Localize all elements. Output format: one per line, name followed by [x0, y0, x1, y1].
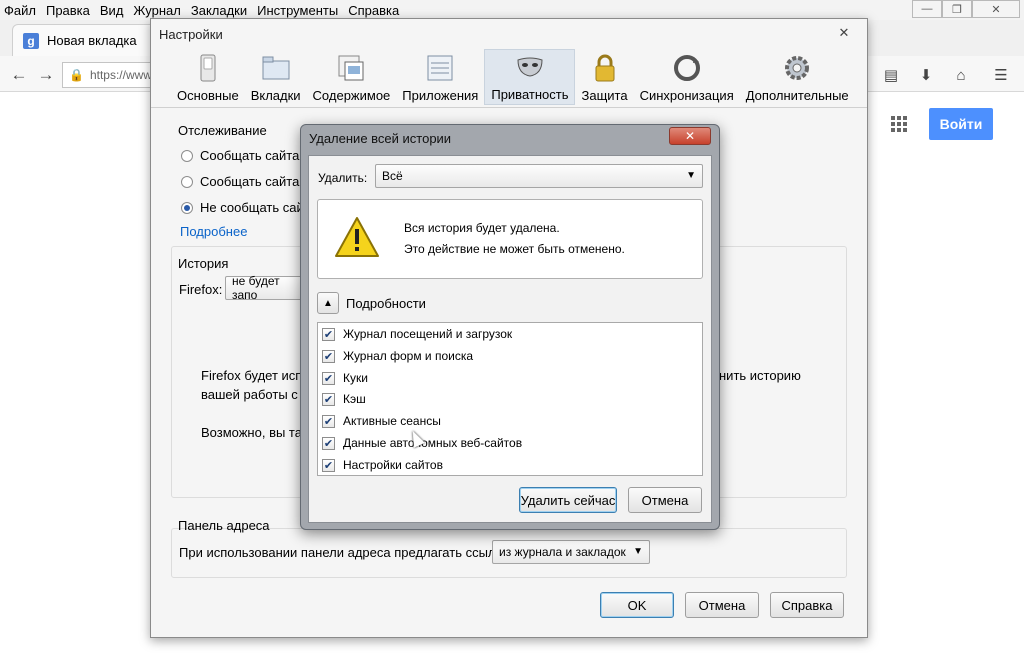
window-controls: — ❐ ✕ [912, 0, 1020, 18]
pane-sync[interactable]: Синхронизация [634, 49, 740, 105]
radio-button[interactable] [181, 175, 193, 188]
warning-box: Вся история будет удалена. Это действие … [317, 199, 703, 279]
pane-advanced[interactable]: Дополнительные [740, 49, 855, 105]
warning-line-2: Это действие не может быть отменено. [404, 242, 625, 256]
warning-icon [335, 217, 379, 257]
tracking-more-link[interactable]: Подробнее [180, 224, 247, 239]
gear-icon [785, 56, 810, 80]
menu-history[interactable]: Журнал [133, 3, 180, 18]
lock-icon: 🔒 [69, 68, 84, 82]
pane-tabs[interactable]: Вкладки [245, 49, 307, 105]
help-button[interactable]: Справка [770, 592, 844, 618]
radio-button-selected[interactable] [181, 201, 193, 214]
pane-general[interactable]: Основные [171, 49, 245, 105]
applications-icon [427, 55, 453, 81]
address-bar-suggest-select[interactable]: из журнала и закладок ▼ [492, 540, 650, 564]
clear-history-content: Удалить: Всё ▼ Вся история будет удалена… [308, 155, 712, 523]
warning-line-1: Вся история будет удалена. [404, 221, 560, 235]
list-item[interactable]: ✔ Куки [322, 371, 368, 385]
pane-security[interactable]: Защита [575, 49, 633, 105]
menu-edit[interactable]: Правка [46, 3, 90, 18]
time-range-label: Удалить: [318, 171, 368, 185]
history-items-list: ✔ Журнал посещений и загрузок ✔ Журнал ф… [317, 322, 703, 476]
list-item[interactable]: ✔ Журнал посещений и загрузок [322, 327, 512, 341]
checkbox-checked[interactable]: ✔ [322, 371, 335, 385]
menu-bar: Файл Правка Вид Журнал Закладки Инструме… [0, 0, 1024, 20]
list-item[interactable]: ✔ Настройки сайтов [322, 458, 443, 472]
checkbox-checked[interactable]: ✔ [322, 436, 335, 450]
checkbox-checked[interactable]: ✔ [322, 392, 335, 406]
url-bar[interactable]: 🔒 https://www [62, 62, 162, 88]
tracking-option-none[interactable]: Не сообщать сайт [181, 200, 310, 215]
back-icon[interactable]: ← [6, 62, 32, 88]
checkbox-checked[interactable]: ✔ [322, 349, 335, 363]
sync-icon [673, 55, 700, 81]
tab-new-tab[interactable]: g Новая вкладка [12, 24, 162, 56]
cancel-button[interactable]: Отмена [685, 592, 759, 618]
bookmarks-list-icon[interactable]: ▤ [880, 64, 902, 86]
checkbox-checked[interactable]: ✔ [322, 458, 335, 472]
maximize-icon[interactable]: ❐ [942, 0, 972, 18]
address-bar-label: При использовании панели адреса предлага… [179, 545, 513, 560]
details-toggle[interactable]: ▲ Подробности [317, 292, 426, 314]
google-favicon-icon: g [23, 32, 39, 49]
downloads-icon[interactable]: ⬇ [915, 64, 937, 86]
settings-panes: Основные Вкладки Содержимое Приложения П… [171, 49, 861, 105]
close-icon[interactable]: ✕ [669, 127, 711, 145]
google-apps-icon[interactable] [891, 116, 907, 132]
checkbox-checked[interactable]: ✔ [322, 327, 335, 341]
close-window-icon[interactable]: ✕ [972, 0, 1020, 18]
close-icon[interactable]: ✕ [831, 24, 857, 42]
menu-view[interactable]: Вид [100, 3, 124, 18]
clear-now-button[interactable]: Удалить сейчас [519, 487, 617, 513]
chevron-down-icon: ▼ [686, 170, 696, 181]
clear-history-dialog: Удаление всей истории ✕ Удалить: Всё ▼ В… [300, 124, 720, 530]
checkbox-checked[interactable]: ✔ [322, 414, 335, 428]
menu-file[interactable]: Файл [4, 3, 36, 18]
list-item[interactable]: ✔ Активные сеансы [322, 414, 441, 428]
cancel-button[interactable]: Отмена [628, 487, 702, 513]
pane-privacy[interactable]: Приватность [484, 49, 576, 105]
forward-icon[interactable]: → [33, 62, 59, 88]
minimize-icon[interactable]: — [912, 0, 942, 18]
hamburger-menu-icon[interactable]: ☰ [990, 64, 1012, 86]
time-range-select[interactable]: Всё ▼ [375, 164, 703, 188]
tracking-heading: Отслеживание [178, 123, 267, 138]
chevron-up-icon[interactable]: ▲ [317, 292, 339, 314]
content-icon [338, 55, 364, 81]
menu-help[interactable]: Справка [348, 3, 399, 18]
menu-tools[interactable]: Инструменты [257, 3, 338, 18]
tracking-option-allow[interactable]: Сообщать сайтам [181, 174, 308, 189]
settings-titlebar: Настройки ✕ [151, 19, 867, 49]
privacy-mask-icon [517, 57, 543, 77]
history-description-1-tail: нить историю [719, 368, 801, 383]
tabs-icon [262, 56, 290, 80]
list-item[interactable]: ✔ Журнал форм и поиска [322, 349, 473, 363]
history-mode-label: Firefox: [179, 282, 223, 297]
tracking-option-do-not-track[interactable]: Сообщать сайтам [181, 148, 308, 163]
switch-icon [200, 54, 216, 82]
ok-button[interactable]: OK [600, 592, 674, 618]
radio-button[interactable] [181, 149, 193, 162]
lock-icon [595, 54, 615, 82]
settings-title: Настройки [159, 26, 223, 42]
home-icon[interactable]: ⌂ [950, 64, 972, 86]
history-mode-select[interactable]: не будет запо [225, 274, 305, 302]
history-description-3: Возможно, вы так [201, 425, 308, 440]
address-bar-heading: Панель адреса [178, 518, 270, 533]
history-heading: История [178, 256, 229, 271]
pane-content[interactable]: Содержимое [307, 49, 397, 105]
chevron-down-icon: ▼ [633, 546, 643, 557]
menu-bookmarks[interactable]: Закладки [191, 3, 247, 18]
clear-history-title: Удаление всей истории [309, 131, 452, 146]
tab-title: Новая вкладка [47, 33, 137, 48]
list-item[interactable]: ✔ Кэш [322, 392, 366, 406]
history-description-2: вашей работы с ве [201, 387, 316, 402]
pane-applications[interactable]: Приложения [396, 49, 484, 105]
url-text: https://www [89, 68, 152, 82]
google-signin-button[interactable]: Войти [929, 108, 993, 140]
